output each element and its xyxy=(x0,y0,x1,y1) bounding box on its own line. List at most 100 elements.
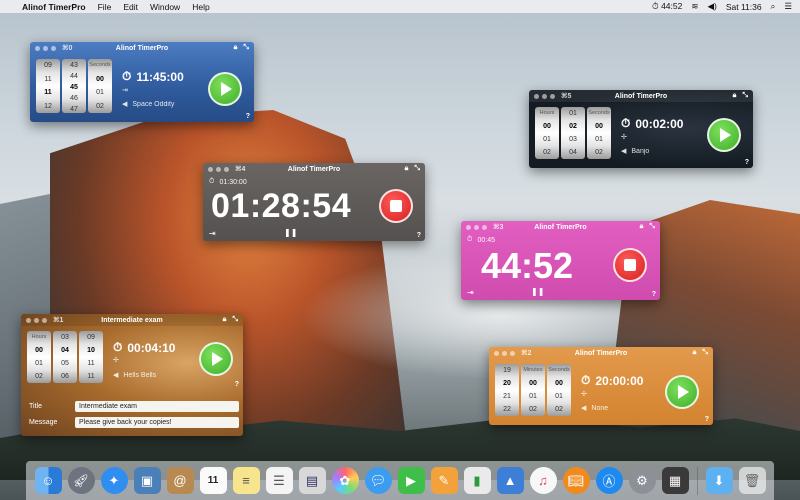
time-picker[interactable]: 09 11 11 12 43 44 45 46 47 Seconds 00 01… xyxy=(36,59,112,113)
contacts-icon[interactable]: @ xyxy=(166,467,194,494)
window-titlebar[interactable]: ⌘1 Intermediate exam 🔒︎ ⤡ xyxy=(21,314,243,326)
help-button[interactable]: ? xyxy=(235,381,239,388)
minimize-button[interactable] xyxy=(34,317,39,323)
system-preferences-icon[interactable]: ⚙ xyxy=(628,467,656,494)
sound-row[interactable]: ◀ None xyxy=(581,404,608,413)
repeat-row[interactable]: ✢ xyxy=(113,356,119,364)
help-button[interactable]: ? xyxy=(246,113,250,120)
minimize-button[interactable] xyxy=(216,166,221,172)
numbers-icon[interactable]: ▮ xyxy=(463,467,491,494)
repeat-row[interactable]: ⇥ xyxy=(209,229,216,238)
hours-wheel[interactable]: 19 20 21 22 xyxy=(495,364,519,416)
lock-icon[interactable]: 🔒︎ xyxy=(640,223,644,231)
close-button[interactable] xyxy=(208,166,213,172)
pause-button[interactable]: ❚❚ xyxy=(284,228,297,237)
window-titlebar[interactable]: ⌘5 Alinof TimerPro 🔒︎ ⤡ xyxy=(529,90,753,102)
close-button[interactable] xyxy=(466,224,471,230)
minutes-wheel[interactable]: Minutes 00 01 02 xyxy=(521,364,545,416)
minimize-button[interactable] xyxy=(474,224,479,230)
calendar-icon[interactable]: 11 xyxy=(199,467,227,494)
collapse-icon[interactable]: ⤡ xyxy=(414,165,420,173)
zoom-button[interactable] xyxy=(42,317,47,323)
seconds-wheel[interactable]: Seconds 00 01 02 xyxy=(587,107,611,159)
finder-icon[interactable]: ☺ xyxy=(34,467,62,494)
menu-file[interactable]: File xyxy=(98,2,112,12)
window-titlebar[interactable]: ⌘0 Alinof TimerPro 🔒︎ ⤡ xyxy=(30,42,254,54)
timer-status-item[interactable]: ⏱ 44:52 xyxy=(652,1,682,12)
hours-wheel[interactable]: Hours 00 01 02 xyxy=(27,331,51,383)
pause-button[interactable]: ❚❚ xyxy=(531,287,544,296)
close-button[interactable] xyxy=(26,317,31,323)
reminders-icon[interactable]: ☰ xyxy=(265,467,293,494)
launchpad-icon[interactable]: 🚀︎ xyxy=(67,467,95,494)
timerpro-dock-icon[interactable]: ▦ xyxy=(661,467,689,494)
facetime-icon[interactable]: ▶ xyxy=(397,467,425,494)
preview-icon[interactable]: ▣ xyxy=(133,467,161,494)
repeat-row[interactable]: ✢ xyxy=(581,390,587,398)
minutes-wheel[interactable]: 43 44 45 46 47 xyxy=(62,59,86,113)
volume-icon[interactable]: ◀) xyxy=(707,1,716,12)
menu-help[interactable]: Help xyxy=(192,2,209,12)
collapse-icon[interactable]: ⤡ xyxy=(243,44,249,52)
spotlight-search-icon[interactable]: ⌕ xyxy=(771,1,776,12)
lock-icon[interactable]: 🔒︎ xyxy=(733,92,737,100)
minimize-button[interactable] xyxy=(43,45,48,51)
sound-row[interactable]: ◀ Banjo xyxy=(621,147,649,156)
photos-icon[interactable]: ✿ xyxy=(331,467,359,494)
repeat-row[interactable]: ⇥ xyxy=(122,86,128,94)
seconds-wheel[interactable]: Seconds 00 01 02 xyxy=(88,59,112,113)
collapse-icon[interactable]: ⤡ xyxy=(742,92,748,100)
title-field[interactable]: Intermediate exam xyxy=(75,401,239,412)
zoom-button[interactable] xyxy=(482,224,487,230)
wifi-icon[interactable]: ≋ xyxy=(691,1,698,12)
minutes-wheel[interactable]: 03 04 05 06 xyxy=(53,331,77,383)
seconds-wheel[interactable]: Seconds 00 01 02 xyxy=(547,364,571,416)
pages-icon[interactable]: ✎ xyxy=(430,467,458,494)
play-button[interactable] xyxy=(665,375,699,409)
minutes-wheel[interactable]: 01 02 03 04 xyxy=(561,107,585,159)
window-titlebar[interactable]: ⌘2 Alinof TimerPro 🔒︎ ⤡ xyxy=(489,347,713,359)
ibooks-icon[interactable]: 📖︎ xyxy=(562,467,590,494)
sound-row[interactable]: ◀ Space Oddity xyxy=(122,100,174,109)
play-button[interactable] xyxy=(199,342,233,376)
time-picker[interactable]: Hours 00 01 02 01 02 03 04 Seconds 00 01… xyxy=(535,107,611,159)
lock-icon[interactable]: 🔒︎ xyxy=(405,165,409,173)
sound-row[interactable]: ◀ Hells Bells xyxy=(113,371,156,380)
notification-center-icon[interactable]: ☰ xyxy=(784,1,792,12)
lock-icon[interactable]: 🔒︎ xyxy=(234,44,238,52)
play-button[interactable] xyxy=(208,72,242,106)
window-titlebar[interactable]: ⌘3 Alinof TimerPro 🔒︎ ⤡ xyxy=(461,221,660,233)
help-button[interactable]: ? xyxy=(652,291,656,298)
lock-icon[interactable]: 🔒︎ xyxy=(693,349,697,357)
repeat-row[interactable]: ✢ xyxy=(621,133,627,141)
minimize-button[interactable] xyxy=(542,93,547,99)
collapse-icon[interactable]: ⤡ xyxy=(649,223,655,231)
play-button[interactable] xyxy=(707,118,741,152)
window-titlebar[interactable]: ⌘4 Alinof TimerPro 🔒︎ ⤡ xyxy=(203,163,425,175)
safari-icon[interactable]: ✦ xyxy=(100,467,128,494)
close-button[interactable] xyxy=(534,93,539,99)
keynote-app-icon[interactable]: ▲ xyxy=(496,467,524,494)
collapse-icon[interactable]: ⤡ xyxy=(702,349,708,357)
zoom-button[interactable] xyxy=(510,350,515,356)
stop-button[interactable] xyxy=(379,189,413,223)
zoom-button[interactable] xyxy=(224,166,229,172)
minimize-button[interactable] xyxy=(502,350,507,356)
menubar-clock[interactable]: Sat 11:36 xyxy=(726,2,762,12)
stop-button[interactable] xyxy=(613,248,647,282)
message-field[interactable]: Please give back your copies! xyxy=(75,417,239,428)
lock-icon[interactable]: 🔒︎ xyxy=(223,316,227,324)
downloads-folder-icon[interactable]: ⬇ xyxy=(705,467,733,494)
time-picker[interactable]: Hours 00 01 02 03 04 05 06 09 10 11 11 xyxy=(27,331,103,383)
menu-edit[interactable]: Edit xyxy=(123,2,138,12)
zoom-button[interactable] xyxy=(550,93,555,99)
messages-icon[interactable]: 💬︎ xyxy=(364,467,392,494)
notes-icon[interactable]: ≡ xyxy=(232,467,260,494)
hours-wheel[interactable]: Hours 00 01 02 xyxy=(535,107,559,159)
help-button[interactable]: ? xyxy=(417,232,421,239)
itunes-icon[interactable]: ♫ xyxy=(529,467,557,494)
trash-icon[interactable]: 🗑︎ xyxy=(738,467,766,494)
time-picker[interactable]: 19 20 21 22 Minutes 00 01 02 Seconds 00 … xyxy=(495,364,571,416)
keynote-icon[interactable]: ▤ xyxy=(298,467,326,494)
help-button[interactable]: ? xyxy=(705,416,709,423)
